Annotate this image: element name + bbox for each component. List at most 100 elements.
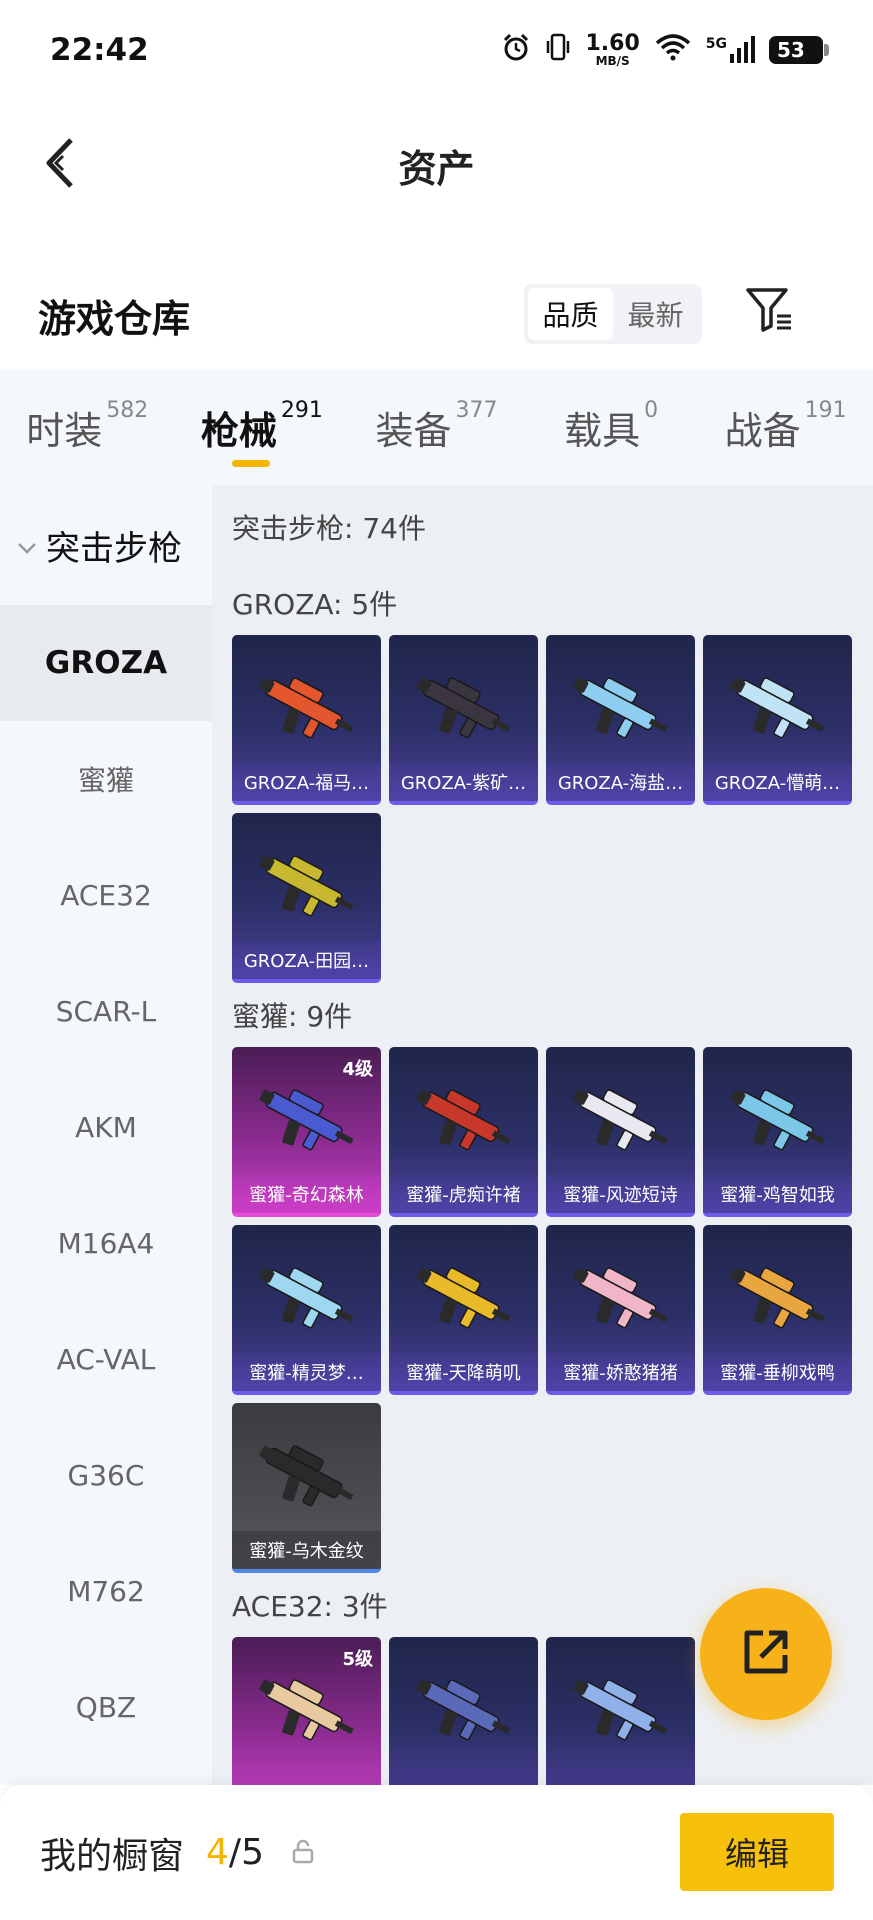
- group-heading: GROZA: 5件: [232, 588, 398, 621]
- filter-icon: [745, 286, 795, 338]
- gun-image-icon: [259, 1267, 354, 1329]
- tab-supplies[interactable]: 战备 191: [698, 398, 873, 455]
- skin-name: 蜜獾-虎痴许褚: [389, 1175, 538, 1213]
- gun-image-icon: [573, 1089, 668, 1151]
- skin-grid: GROZA-福马… GROZA-紫矿… GROZA-海盐… GROZA-懵萌… GROZ…: [232, 635, 872, 983]
- sidebar-item-groza[interactable]: GROZA: [0, 605, 212, 721]
- skin-name: GROZA-海盐…: [546, 763, 695, 801]
- lock-icon: [290, 1838, 316, 1868]
- gun-image-icon: [259, 1445, 354, 1507]
- filter-button[interactable]: [740, 282, 800, 342]
- page-title: 资产: [398, 146, 475, 191]
- category-heading: 突击步枪: 74件: [232, 512, 426, 545]
- skin-card[interactable]: 4级蜜獾-奇幻森林: [232, 1047, 381, 1217]
- skin-name: 蜜獾-精灵梦…: [232, 1353, 381, 1391]
- skin-card[interactable]: 蜜獾-鸡智如我: [703, 1047, 852, 1217]
- skin-name: GROZA-懵萌…: [703, 763, 852, 801]
- warehouse-title: 游戏仓库: [38, 296, 191, 341]
- sidebar-item-qbz[interactable]: QBZ: [0, 1649, 212, 1765]
- sidebar-item-g36c[interactable]: G36C: [0, 1417, 212, 1533]
- skin-name: GROZA-福马…: [232, 763, 381, 801]
- back-button[interactable]: [30, 130, 90, 200]
- gun-image-icon: [730, 677, 825, 739]
- showcase-label: 我的橱窗: [40, 1835, 185, 1877]
- tab-equipment[interactable]: 装备 377: [349, 398, 524, 455]
- skin-level-badge: 4级: [342, 1059, 373, 1080]
- showcase-bar: 我的橱窗 4/5 编辑: [0, 1785, 873, 1920]
- gun-image-icon: [573, 677, 668, 739]
- skin-name: 蜜獾-垂柳戏鸭: [703, 1353, 852, 1391]
- gun-image-icon: [416, 677, 511, 739]
- alarm-icon: [501, 32, 531, 69]
- sidebar-item-scar-l[interactable]: SCAR-L: [0, 953, 212, 1069]
- skin-card[interactable]: 蜜獾-精灵梦…: [232, 1225, 381, 1395]
- sidebar-item-ac-val[interactable]: AC-VAL: [0, 1301, 212, 1417]
- chevron-down-icon: [16, 525, 38, 565]
- warehouse-bar: 游戏仓库 品质 最新: [0, 270, 873, 360]
- active-tab-indicator: [231, 460, 270, 467]
- skin-card[interactable]: 蜜獾-天降萌叽: [389, 1225, 538, 1395]
- tab-fashion[interactable]: 时装 582: [0, 398, 175, 455]
- gun-image-icon: [730, 1089, 825, 1151]
- signal-icon: 5G: [706, 36, 755, 64]
- tab-vehicles[interactable]: 载具 0: [524, 398, 699, 455]
- sidebar-item-m762[interactable]: M762: [0, 1533, 212, 1649]
- skin-card[interactable]: 蜜獾-娇憨猪猪: [546, 1225, 695, 1395]
- skin-card[interactable]: 蜜獾-风迹短诗: [546, 1047, 695, 1217]
- skin-level-badge: 5级: [342, 1649, 373, 1670]
- skin-card[interactable]: GROZA-懵萌…: [703, 635, 852, 805]
- gun-image-icon: [416, 1089, 511, 1151]
- share-button[interactable]: [700, 1588, 832, 1720]
- sidebar-item-akm[interactable]: AKM: [0, 1069, 212, 1185]
- sidebar-item-ace32[interactable]: ACE32: [0, 837, 212, 953]
- tab-firearms[interactable]: 枪械 291: [175, 398, 350, 467]
- gun-image-icon: [573, 1267, 668, 1329]
- skin-card[interactable]: 蜜獾-虎痴许褚: [389, 1047, 538, 1217]
- wifi-icon: [654, 33, 692, 68]
- sidebar-item-honey-badger[interactable]: 蜜獾: [0, 721, 212, 837]
- sidebar-group-label: 突击步枪: [46, 528, 182, 569]
- battery-icon: 53: [769, 36, 829, 64]
- skin-card[interactable]: [546, 1637, 695, 1785]
- vibrate-icon: [545, 32, 571, 69]
- edit-button[interactable]: 编辑: [680, 1813, 834, 1891]
- sort-option-newest[interactable]: 最新: [613, 288, 698, 340]
- skin-card[interactable]: 蜜獾-垂柳戏鸭: [703, 1225, 852, 1395]
- skin-name: GROZA-田园…: [232, 941, 381, 979]
- showcase-count: 4/5: [206, 1832, 264, 1873]
- skin-grid: 4级 蜜獾-奇幻森林 蜜獾-虎痴许褚 蜜獾-风迹短诗 蜜獾-鸡智如我 蜜獾-精灵梦… 蜜獾-…: [232, 1047, 872, 1573]
- skin-card[interactable]: 蜜獾-乌木金纹: [232, 1403, 381, 1573]
- gun-image-icon: [259, 855, 354, 917]
- gun-image-icon: [259, 1679, 354, 1741]
- gun-image-icon: [259, 1089, 354, 1151]
- sidebar-group-assault-rifles[interactable]: 突击步枪: [0, 485, 212, 605]
- status-time: 22:42: [50, 32, 149, 68]
- skin-name: 蜜獾-乌木金纹: [232, 1531, 381, 1569]
- skin-name: 蜜獾-天降萌叽: [389, 1353, 538, 1391]
- sidebar-item-m16a4[interactable]: M16A4: [0, 1185, 212, 1301]
- skin-card[interactable]: GROZA-海盐…: [546, 635, 695, 805]
- chevron-left-icon: [43, 136, 77, 194]
- skin-card[interactable]: GROZA-紫矿…: [389, 635, 538, 805]
- skin-card[interactable]: GROZA-福马…: [232, 635, 381, 805]
- gun-image-icon: [573, 1679, 668, 1741]
- sort-option-quality[interactable]: 品质: [528, 288, 613, 340]
- share-export-icon: [739, 1625, 793, 1683]
- skin-name: 蜜獾-风迹短诗: [546, 1175, 695, 1213]
- top-header: 资产: [0, 100, 873, 230]
- gun-image-icon: [259, 677, 354, 739]
- group-heading: 蜜獾: 9件: [232, 1000, 353, 1033]
- gun-image-icon: [416, 1267, 511, 1329]
- skin-card[interactable]: GROZA-田园…: [232, 813, 381, 983]
- category-tabs: 时装 582 枪械 291 装备 377 载具 0 战备 191: [0, 370, 873, 485]
- gun-image-icon: [730, 1267, 825, 1329]
- skin-name: 蜜獾-鸡智如我: [703, 1175, 852, 1213]
- weapon-sidebar: 突击步枪 GROZA 蜜獾 ACE32 SCAR-L AKM M16A4 AC-…: [0, 485, 212, 1785]
- skin-card[interactable]: 5级: [232, 1637, 381, 1785]
- skin-name: GROZA-紫矿…: [389, 763, 538, 801]
- skin-card[interactable]: [389, 1637, 538, 1785]
- status-bar: 22:42 1.60 MB/S 5G 53: [0, 0, 873, 100]
- gun-image-icon: [416, 1679, 511, 1741]
- sort-toggle: 品质 最新: [524, 284, 702, 344]
- skin-name: 蜜獾-奇幻森林: [232, 1175, 381, 1213]
